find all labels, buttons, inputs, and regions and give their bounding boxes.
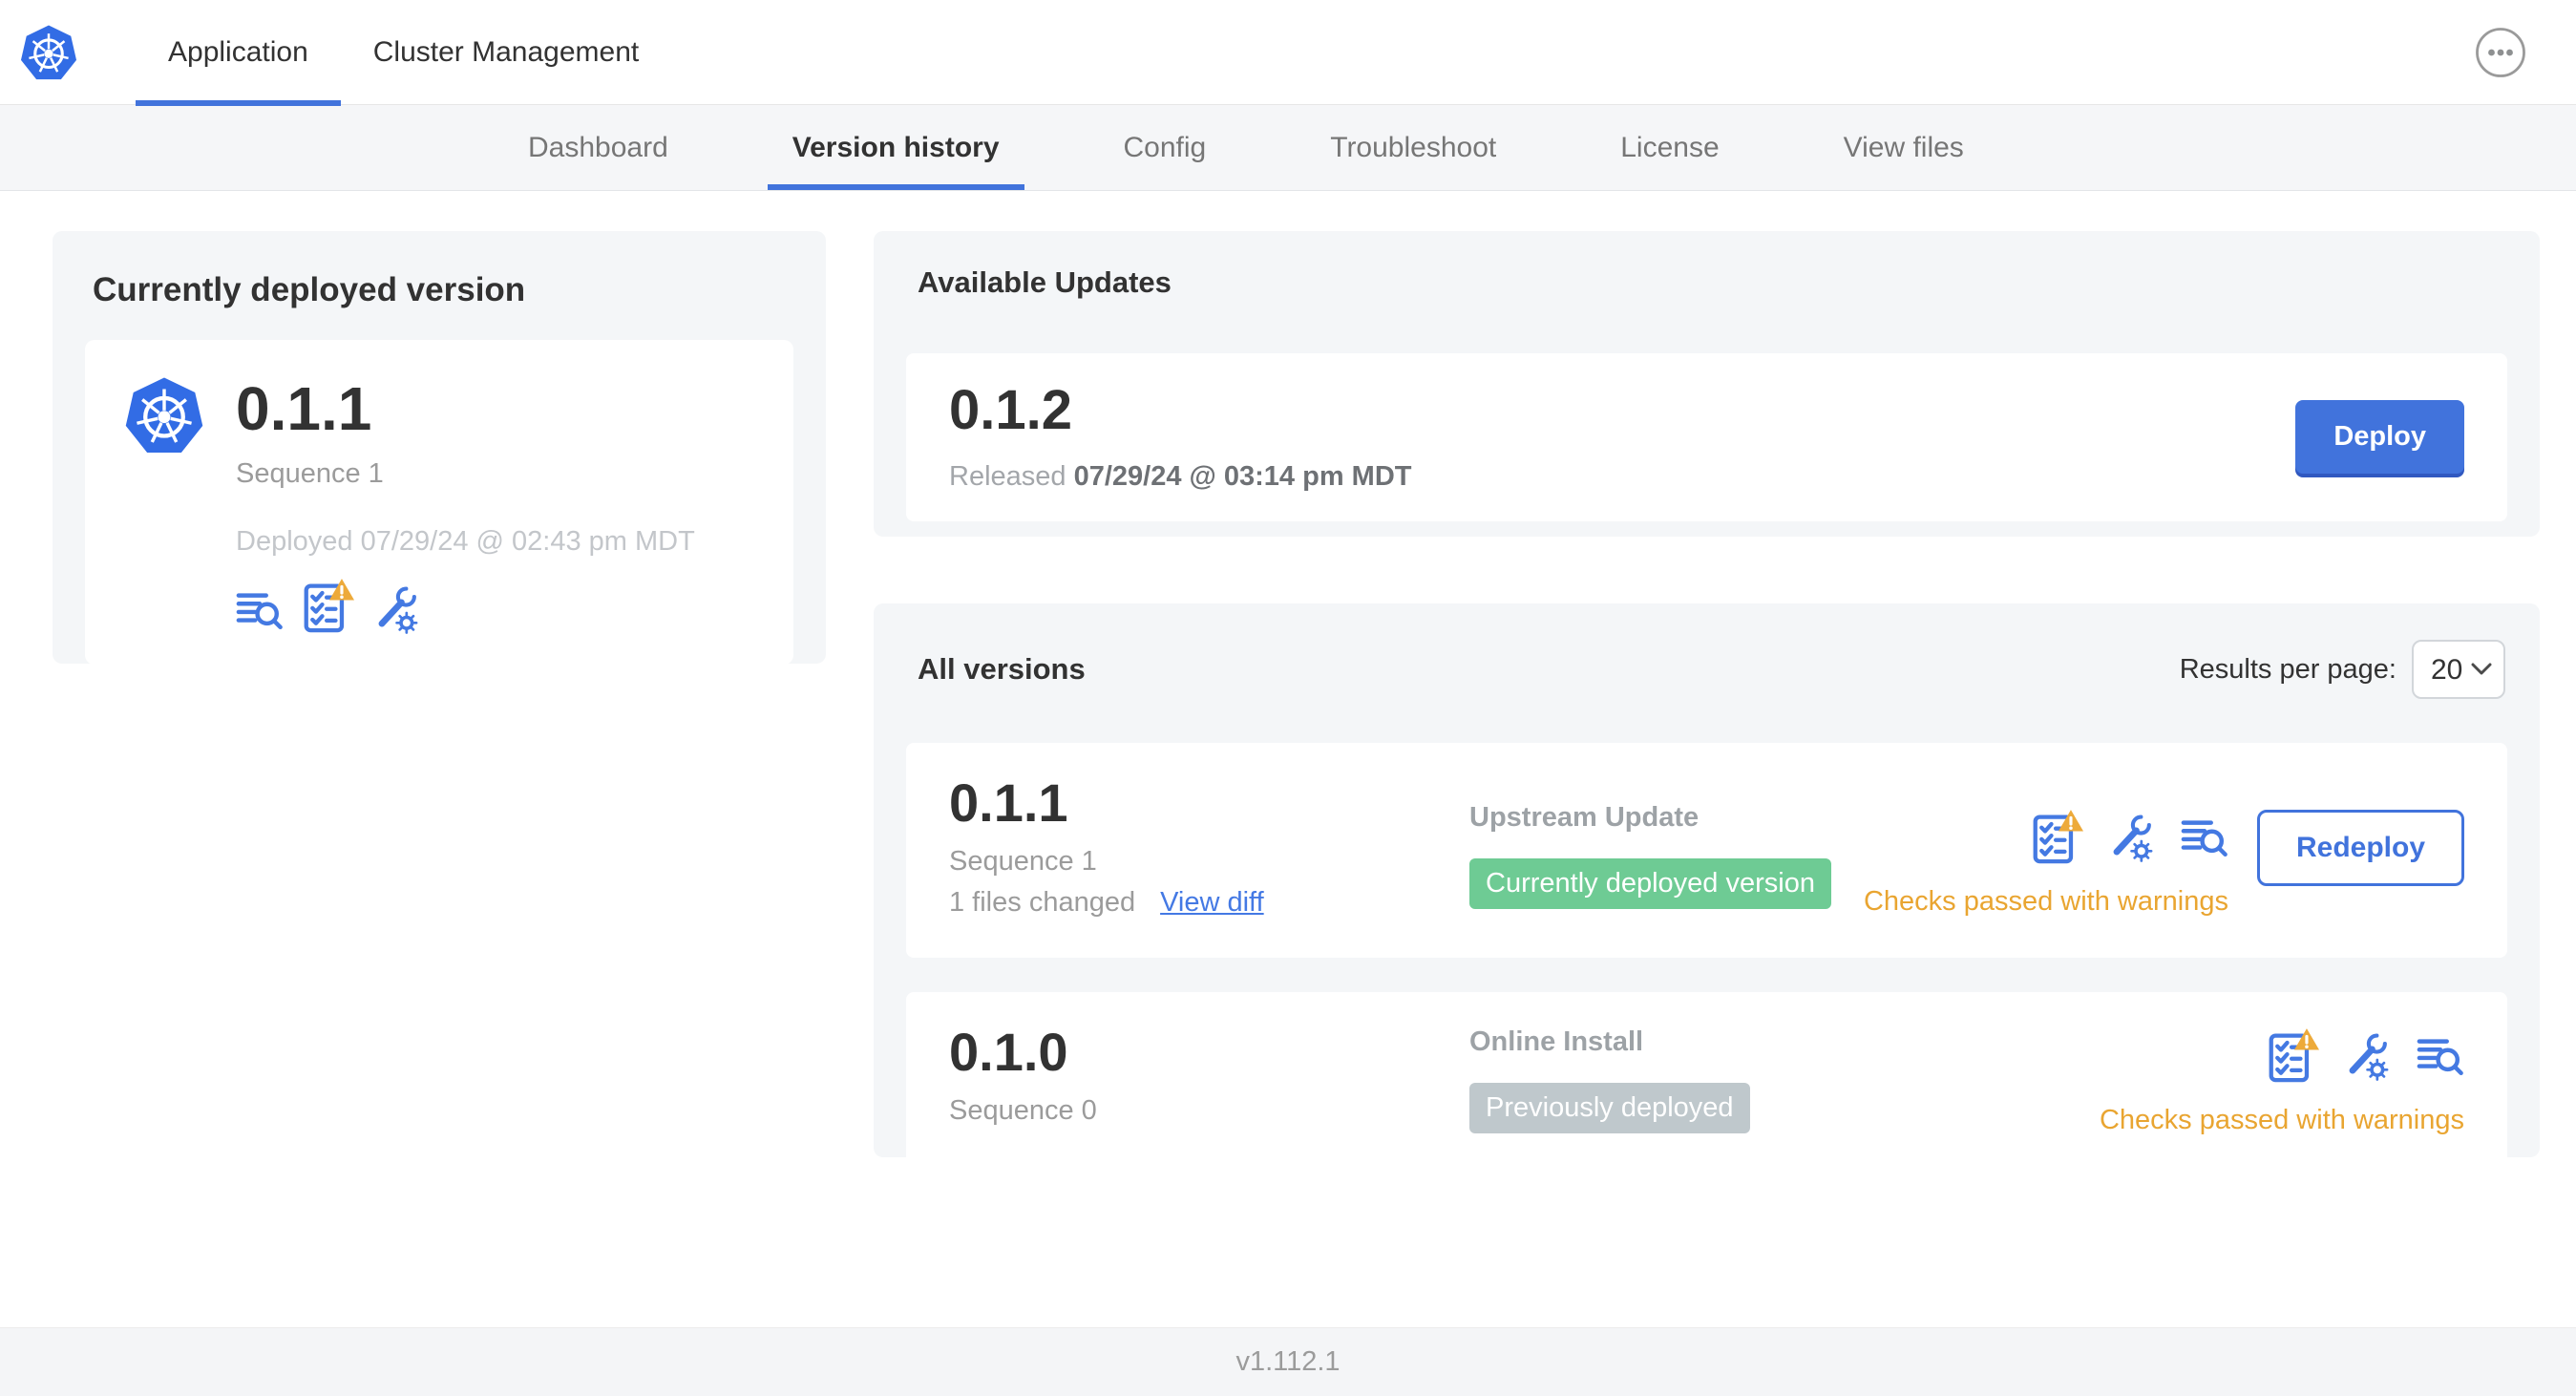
preflight-status-text[interactable]: Checks passed with warnings — [1864, 886, 2228, 918]
tab-view-files-label: View files — [1843, 131, 1964, 163]
versions-column: Available Updates 0.1.2 Released 07/29/2… — [874, 231, 2540, 1327]
results-per-page: Results per page: 20 — [2180, 640, 2505, 699]
tab-version-history[interactable]: Version history — [767, 105, 1024, 190]
config-icon[interactable] — [373, 584, 421, 634]
deploy-button[interactable]: Deploy — [2295, 400, 2464, 475]
tab-dashboard-label: Dashboard — [528, 131, 668, 163]
preflight-checks-warning-icon[interactable] — [303, 579, 354, 634]
deploy-logs-icon[interactable] — [236, 586, 284, 634]
version-source-label: Upstream Update — [1469, 802, 1700, 833]
version-sequence: Sequence 0 — [949, 1095, 1097, 1126]
all-versions-title: All versions — [918, 652, 1086, 686]
app-kubernetes-icon — [123, 374, 205, 456]
app-footer: v1.112.1 — [0, 1327, 2576, 1396]
deployed-sequence: Sequence 1 — [236, 458, 384, 489]
view-diff-link[interactable]: View diff — [1160, 887, 1264, 919]
released-label: Released — [949, 460, 1066, 492]
version-checks: Checks passed with warnings — [2100, 1028, 2464, 1136]
version-info: 0.1.0 Sequence 0 — [949, 1025, 1469, 1127]
deploy-logs-icon[interactable] — [2181, 814, 2228, 861]
all-versions-card: All versions Results per page: 20 0.1.1 — [874, 603, 2540, 1169]
currently-deployed-card: Currently deployed version 0.1.1 Sequenc… — [53, 231, 826, 665]
available-updates-card: Available Updates 0.1.2 Released 07/29/2… — [874, 231, 2540, 537]
update-version-number: 0.1.2 — [949, 379, 1072, 441]
preflight-status-text[interactable]: Checks passed with warnings — [2100, 1105, 2464, 1136]
available-update-info: 0.1.2 Released 07/29/24 @ 03:14 pm MDT — [949, 379, 1411, 493]
tab-cluster-management[interactable]: Cluster Management — [341, 0, 671, 105]
console-version: v1.112.1 — [1235, 1346, 1341, 1377]
config-icon[interactable] — [2108, 813, 2156, 862]
tab-config[interactable]: Config — [1124, 105, 1207, 190]
results-per-page-label: Results per page: — [2179, 653, 2397, 685]
preflight-checks-warning-icon[interactable] — [2268, 1028, 2319, 1084]
version-sequence: Sequence 1 — [949, 846, 1097, 877]
version-rows: 0.1.1 Sequence 1 1 files changed View di… — [906, 743, 2507, 1169]
tab-troubleshoot-label: Troubleshoot — [1330, 131, 1497, 163]
tab-license[interactable]: License — [1620, 105, 1719, 190]
deployed-version-number: 0.1.1 — [236, 374, 372, 443]
deployed-version-actions — [236, 579, 695, 634]
deploy-logs-icon[interactable] — [2417, 1032, 2464, 1080]
version-source-block: Online Install Previously deployed — [1469, 1025, 2100, 1133]
status-badge: Previously deployed — [1469, 1083, 1750, 1133]
files-changed-label: 1 files changed — [949, 887, 1136, 918]
deployed-card-title: Currently deployed version — [93, 271, 526, 308]
app-level-tabs: Application Cluster Management — [136, 0, 671, 106]
tab-application-label: Application — [168, 35, 308, 68]
tab-cluster-management-label: Cluster Management — [372, 35, 640, 68]
tab-view-files[interactable]: View files — [1844, 105, 1964, 190]
version-history-page: Currently deployed version 0.1.1 Sequenc… — [0, 191, 2576, 1327]
tab-dashboard[interactable]: Dashboard — [528, 105, 668, 190]
version-source-block: Upstream Update Currently deployed versi… — [1469, 775, 1864, 909]
app-section-tabs: Dashboard Version history Config Trouble… — [0, 105, 2576, 191]
available-updates-title: Available Updates — [918, 265, 1172, 299]
status-badge: Currently deployed version — [1469, 858, 1831, 909]
top-navbar: Application Cluster Management — [0, 0, 2576, 106]
version-info: 0.1.1 Sequence 1 1 files changed View di… — [949, 775, 1469, 919]
tab-version-history-label: Version history — [792, 131, 1000, 163]
tab-application[interactable]: Application — [136, 0, 341, 106]
update-released-line: Released 07/29/24 @ 03:14 pm MDT — [949, 461, 1411, 493]
tab-config-label: Config — [1123, 131, 1207, 163]
config-icon[interactable] — [2344, 1031, 2392, 1081]
deployed-version-panel: 0.1.1 Sequence 1 Deployed 07/29/24 @ 02:… — [85, 340, 793, 665]
version-number: 0.1.1 — [949, 772, 1068, 833]
redeploy-button[interactable]: Redeploy — [2256, 810, 2464, 886]
tab-license-label: License — [1620, 131, 1720, 163]
available-update-row: 0.1.2 Released 07/29/24 @ 03:14 pm MDT D… — [906, 353, 2507, 521]
released-timestamp: 07/29/24 @ 03:14 pm MDT — [1073, 460, 1412, 492]
overflow-menu-button[interactable] — [2475, 27, 2526, 78]
kubernetes-logo-icon — [19, 23, 78, 82]
ellipsis-icon — [2475, 67, 2526, 81]
deployed-version-details: 0.1.1 Sequence 1 Deployed 07/29/24 @ 02:… — [236, 374, 695, 634]
version-row-0-1-1: 0.1.1 Sequence 1 1 files changed View di… — [906, 743, 2507, 958]
results-per-page-select[interactable]: 20 — [2412, 640, 2505, 699]
version-source-label: Online Install — [1469, 1026, 1644, 1057]
version-row-0-1-0: 0.1.0 Sequence 0 Online Install Previous… — [906, 992, 2507, 1169]
deployed-timestamp: Deployed 07/29/24 @ 02:43 pm MDT — [236, 526, 695, 557]
deployed-version-column: Currently deployed version 0.1.1 Sequenc… — [53, 231, 826, 1327]
version-checks: Checks passed with warnings — [1864, 810, 2228, 918]
version-number: 0.1.0 — [949, 1022, 1068, 1082]
preflight-checks-warning-icon[interactable] — [2032, 810, 2083, 865]
tab-troubleshoot[interactable]: Troubleshoot — [1330, 105, 1496, 190]
